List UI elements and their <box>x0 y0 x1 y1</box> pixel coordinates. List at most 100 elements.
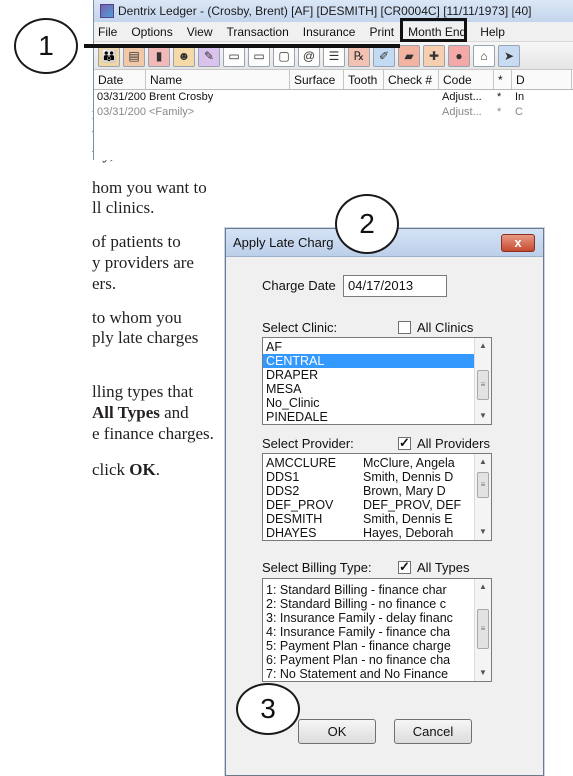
all-clinics-checkbox[interactable]: All Clinics <box>398 320 473 335</box>
doc-text-line: hom you want to <box>92 178 207 197</box>
callout-3: 3 <box>236 683 300 735</box>
list-item[interactable]: DDS1 Smith, Dennis D <box>263 470 491 484</box>
all-types-checkbox[interactable]: All Types <box>398 559 470 575</box>
menu-transaction[interactable]: Transaction <box>227 25 289 39</box>
list-item[interactable]: 2: Standard Billing - no finance c <box>263 597 491 611</box>
menu-insurance[interactable]: Insurance <box>303 25 356 39</box>
table-row[interactable]: 03/31/2003 <Family> Adjust... * C <box>94 105 573 120</box>
cell-date: 03/31/2003 <box>97 91 146 103</box>
scroll-down-icon[interactable]: ▼ <box>475 408 491 424</box>
checkbox-checked-icon <box>398 559 411 575</box>
list-item[interactable]: DDS2 Brown, Mary D <box>263 484 491 498</box>
select-provider-label: Select Provider: <box>262 436 354 451</box>
ledger-menu-bar: File Options View Transaction Insurance … <box>94 22 573 42</box>
close-button[interactable]: x <box>501 234 535 252</box>
table-row[interactable]: 03/31/2003 Brent Crosby Adjust... * In <box>94 90 573 105</box>
billing-type-listbox[interactable]: 1: Standard Billing - finance char 2: St… <box>262 578 492 682</box>
cell-d: In <box>515 91 525 103</box>
menu-file[interactable]: File <box>98 25 117 39</box>
home-icon[interactable]: ⌂ <box>473 44 495 67</box>
cell-tooth <box>344 105 384 120</box>
menu-print[interactable]: Print <box>369 25 394 39</box>
provider-id: DDS2 <box>266 484 300 498</box>
list-item[interactable]: No_Clinic <box>263 396 491 410</box>
list-item[interactable]: AMCCLURE McClure, Angela <box>263 456 491 470</box>
scroll-down-icon[interactable]: ▼ <box>475 524 491 540</box>
scroll-thumb[interactable]: ≡ <box>477 609 489 649</box>
cell-tooth <box>344 90 384 105</box>
clinic-listbox[interactable]: AF CENTRAL DRAPER MESA No_Clinic PINEDAL… <box>262 337 492 425</box>
month-end-highlight <box>400 18 467 42</box>
list-item[interactable]: 5: Payment Plan - finance charge <box>263 639 491 653</box>
doc-text-prefix: click <box>92 460 130 479</box>
provider-name: Brown, Mary D <box>363 484 446 498</box>
doc-text-line: click OK. <box>92 460 160 480</box>
scroll-up-icon[interactable]: ▲ <box>475 579 491 595</box>
scroll-thumb[interactable]: ≡ <box>477 370 489 400</box>
col-check[interactable]: Check # <box>384 70 439 89</box>
list-item[interactable]: 7: No Statement and No Finance <box>263 667 491 681</box>
list-item[interactable]: 4: Insurance Family - finance cha <box>263 625 491 639</box>
doc-bold-text: All Types <box>92 403 160 422</box>
provider-name: McClure, Angela <box>363 456 455 470</box>
cell-check <box>384 90 439 105</box>
list-item[interactable]: PINEDALE <box>263 410 491 424</box>
cell-d: C <box>515 106 523 118</box>
arrow-icon[interactable]: ➤ <box>498 44 520 67</box>
col-name[interactable]: Name <box>146 70 290 89</box>
menu-help[interactable]: Help <box>480 25 505 39</box>
cell-date: 03/31/2003 <box>97 106 146 118</box>
list-item[interactable]: DESMITH Smith, Dennis E <box>263 512 491 526</box>
all-providers-label: All Providers <box>417 436 490 451</box>
callout-leader-line <box>84 44 400 48</box>
doc-text-line: e finance charges. <box>92 424 214 443</box>
menu-options[interactable]: Options <box>131 25 172 39</box>
provider-id: AMCCLURE <box>266 456 337 470</box>
col-surface[interactable]: Surface <box>290 70 344 89</box>
provider-scrollbar[interactable]: ▲ ≡ ▼ <box>474 454 491 540</box>
list-item[interactable]: MESA <box>263 382 491 396</box>
list-item[interactable]: DRAPER <box>263 368 491 382</box>
cell-check <box>384 105 439 120</box>
list-item[interactable]: AF <box>263 340 491 354</box>
charge-date-input[interactable]: 04/17/2013 <box>343 275 447 297</box>
cell-star: * <box>497 91 502 103</box>
list-item[interactable]: 3: Insurance Family - delay financ <box>263 611 491 625</box>
menu-view[interactable]: View <box>187 25 213 39</box>
charge-date-label: Charge Date <box>262 278 336 293</box>
callout-1: 1 <box>14 18 78 74</box>
dialog-title: Apply Late Charg <box>233 235 334 250</box>
col-code[interactable]: Code <box>439 70 494 89</box>
all-providers-checkbox[interactable]: All Providers <box>398 435 490 451</box>
col-d[interactable]: D <box>512 70 572 89</box>
ok-button[interactable]: OK <box>298 719 376 744</box>
scroll-thumb[interactable]: ≡ <box>477 472 489 498</box>
list-item[interactable]: DEF_PROV DEF_PROV, DEF <box>263 498 491 512</box>
apple-icon[interactable]: ● <box>448 44 470 67</box>
list-item[interactable]: DHAYES Hayes, Deborah <box>263 526 491 540</box>
scroll-up-icon[interactable]: ▲ <box>475 338 491 354</box>
col-star[interactable]: * <box>494 70 512 89</box>
clinic-scrollbar[interactable]: ▲ ≡ ▼ <box>474 338 491 424</box>
billing-type-scrollbar[interactable]: ▲ ≡ ▼ <box>474 579 491 681</box>
provider-name: DEF_PROV, DEF <box>363 498 462 512</box>
doc-text-line: to whom you <box>92 308 182 327</box>
cell-star: * <box>497 106 502 118</box>
medical-icon[interactable]: ✚ <box>423 44 445 67</box>
all-types-label: All Types <box>417 560 470 575</box>
scroll-down-icon[interactable]: ▼ <box>475 665 491 681</box>
scroll-up-icon[interactable]: ▲ <box>475 454 491 470</box>
checkbox-checked-icon <box>398 435 411 451</box>
ledger-column-headers: Date Name Surface Tooth Check # Code * D <box>94 70 573 90</box>
document-icon[interactable]: ▰ <box>398 44 420 67</box>
cell-name: Brent Crosby <box>149 91 214 103</box>
cancel-button[interactable]: Cancel <box>394 719 472 744</box>
list-item[interactable]: 6: Payment Plan - no finance cha <box>263 653 491 667</box>
list-item-selected[interactable]: CENTRAL <box>263 354 491 368</box>
list-item[interactable]: 1: Standard Billing - finance char <box>263 583 491 597</box>
col-tooth[interactable]: Tooth <box>344 70 384 89</box>
provider-listbox[interactable]: AMCCLURE McClure, Angela DDS1 Smith, Denni… <box>262 453 492 541</box>
ledger-window: Dentrix Ledger - (Crosby, Brent) [AF] [D… <box>93 0 573 160</box>
col-date[interactable]: Date <box>94 70 146 89</box>
provider-id: DESMITH <box>266 512 323 526</box>
